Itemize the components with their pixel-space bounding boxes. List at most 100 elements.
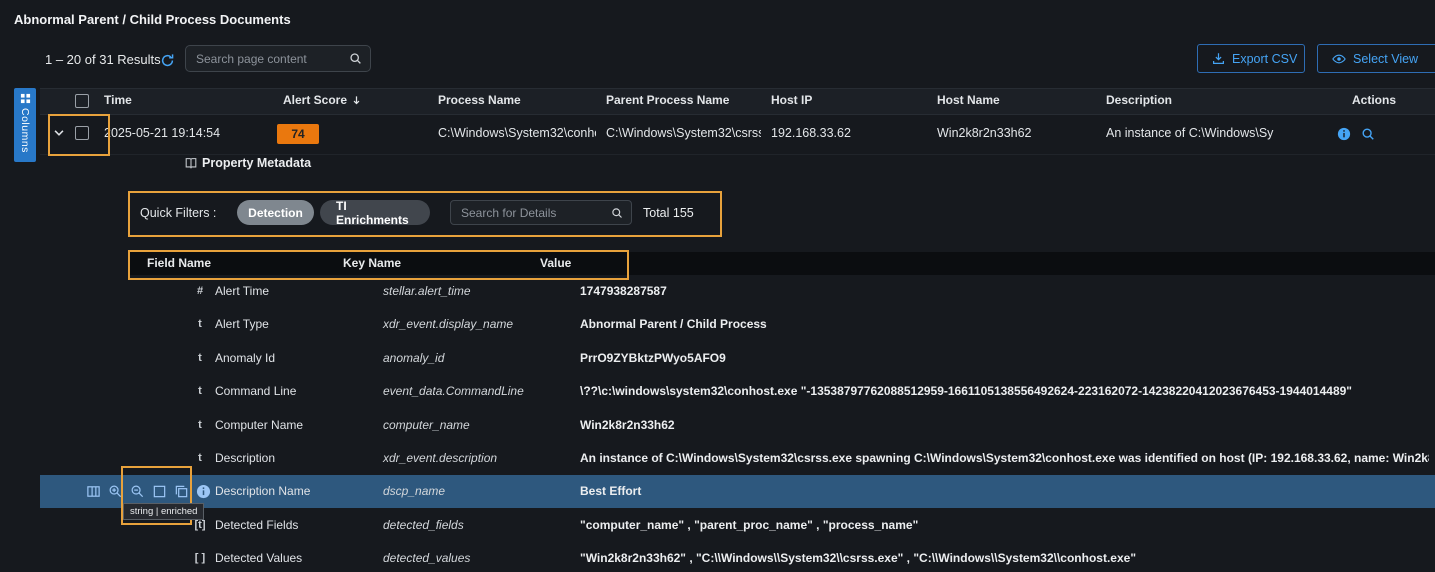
field-value: "Win2k8r2n33h62" , "C:\\Windows\\System3… <box>580 542 1429 572</box>
key-name: event_data.CommandLine <box>383 375 524 408</box>
field-name: Command Line <box>215 375 296 408</box>
quick-filters-label: Quick Filters : <box>140 206 216 220</box>
field-type-array-icon: [ ] <box>190 542 210 572</box>
filter-out-icon[interactable] <box>130 484 145 499</box>
meta-row-command-line[interactable]: t Command Line event_data.CommandLine \?… <box>40 375 1435 408</box>
results-count: 1 – 20 of 31 Results <box>45 52 161 67</box>
meta-row-alert-type[interactable]: t Alert Type xdr_event.display_name Abno… <box>40 308 1435 341</box>
field-value: 1747938287587 <box>580 275 1429 308</box>
investigate-search-icon[interactable] <box>1361 127 1375 141</box>
app-root: Abnormal Parent / Child Process Document… <box>0 0 1435 572</box>
expand-chevron-icon[interactable] <box>52 126 66 140</box>
key-name: xdr_event.display_name <box>383 308 513 341</box>
cell-host-ip: 192.168.33.62 <box>771 113 851 154</box>
table-row[interactable]: 2025-05-21 19:14:54 74 C:\Windows\System… <box>40 113 1435 155</box>
columns-tab-label: Columns <box>19 108 31 153</box>
column-header-actions: Actions <box>1352 89 1396 112</box>
meta-row-detected-fields[interactable]: [t] Detected Fields detected_fields "com… <box>40 509 1435 542</box>
meta-column-key-name: Key Name <box>343 252 401 275</box>
field-name: Detected Fields <box>215 509 298 542</box>
refresh-icon[interactable] <box>160 53 175 68</box>
field-value: PrrO9ZYBktzPWyo5AFO9 <box>580 342 1429 375</box>
field-type-string-icon: t <box>190 342 210 375</box>
select-view-button[interactable]: Select View <box>1317 44 1435 73</box>
search-icon <box>349 52 362 65</box>
select-all-checkbox[interactable] <box>75 94 89 108</box>
field-value: An instance of C:\Windows\System32\csrss… <box>580 442 1429 475</box>
select-view-label: Select View <box>1353 52 1418 66</box>
field-value: \??\c:\windows\system32\conhost.exe "-13… <box>580 375 1429 408</box>
details-search-input[interactable] <box>459 205 611 221</box>
cell-host-name: Win2k8r2n33h62 <box>937 113 1032 154</box>
add-column-icon[interactable] <box>86 484 101 499</box>
key-name: stellar.alert_time <box>383 275 471 308</box>
column-header-host-name[interactable]: Host Name <box>937 89 1000 112</box>
alert-score-badge: 74 <box>277 124 319 144</box>
field-type-string-icon: t <box>190 375 210 408</box>
columns-panel-tab[interactable]: Columns <box>14 88 36 162</box>
field-type-string-icon: t <box>190 409 210 442</box>
field-value: Best Effort <box>580 475 1429 508</box>
book-icon <box>184 156 198 170</box>
column-header-parent-process-name[interactable]: Parent Process Name <box>606 89 729 112</box>
details-search[interactable] <box>450 200 632 225</box>
field-type-number-icon: # <box>190 275 210 308</box>
field-type-tooltip: string | enriched <box>123 503 204 520</box>
cell-parent-process-name: C:\Windows\System32\csrss.e <box>606 113 761 154</box>
row-actions <box>1337 113 1375 154</box>
column-header-host-ip[interactable]: Host IP <box>771 89 812 112</box>
column-header-time[interactable]: Time <box>104 89 132 112</box>
field-value: "computer_name" , "parent_proc_name" , "… <box>580 509 1429 542</box>
field-value: Abnormal Parent / Child Process <box>580 308 1429 341</box>
row-checkbox[interactable] <box>75 126 89 140</box>
field-name: Computer Name <box>215 409 303 442</box>
page-search-input[interactable] <box>194 51 349 67</box>
field-type-string-icon: t <box>190 442 210 475</box>
filter-in-icon[interactable] <box>108 484 123 499</box>
key-name: anomaly_id <box>383 342 444 375</box>
export-csv-button[interactable]: Export CSV <box>1197 44 1305 73</box>
key-name: dscp_name <box>383 475 445 508</box>
copy-icon[interactable] <box>174 484 189 499</box>
key-name: xdr_event.description <box>383 442 497 475</box>
column-header-alert-score[interactable]: Alert Score <box>283 89 362 112</box>
field-name: Alert Time <box>215 275 269 308</box>
select-value-icon[interactable] <box>152 484 167 499</box>
download-icon <box>1212 52 1225 65</box>
grid-icon <box>20 93 31 104</box>
column-header-process-name[interactable]: Process Name <box>438 89 521 112</box>
page-search[interactable] <box>185 45 371 72</box>
key-name: detected_fields <box>383 509 464 542</box>
field-name: Detected Values <box>215 542 302 572</box>
field-name: Description <box>215 442 275 475</box>
page-title: Abnormal Parent / Child Process Document… <box>14 12 291 27</box>
field-name: Anomaly Id <box>215 342 275 375</box>
cell-description: An instance of C:\Windows\Sy <box>1106 113 1338 154</box>
meta-row-alert-time[interactable]: # Alert Time stellar.alert_time 17479382… <box>40 275 1435 308</box>
table-header-row: Time Alert Score Process Name Parent Pro… <box>40 88 1435 115</box>
filter-pill-ti-enrichments[interactable]: TI Enrichments <box>320 200 430 225</box>
cell-process-name: C:\Windows\System32\conho <box>438 113 596 154</box>
info-icon[interactable] <box>1337 127 1351 141</box>
search-icon <box>611 207 623 219</box>
field-info-icon[interactable] <box>196 484 211 499</box>
field-name: Description Name <box>215 475 310 508</box>
cell-time: 2025-05-21 19:14:54 <box>104 113 220 154</box>
meta-row-computer-name[interactable]: t Computer Name computer_name Win2k8r2n3… <box>40 409 1435 442</box>
meta-row-description-name[interactable]: Description Name dscp_name Best Effort <box>40 475 1435 508</box>
meta-row-anomaly-id[interactable]: t Anomaly Id anomaly_id PrrO9ZYBktzPWyo5… <box>40 342 1435 375</box>
total-count: Total 155 <box>643 206 694 220</box>
meta-column-value: Value <box>540 252 571 275</box>
sort-desc-icon <box>351 95 362 106</box>
meta-row-description[interactable]: t Description xdr_event.description An i… <box>40 442 1435 475</box>
eye-icon <box>1332 52 1346 66</box>
meta-row-detected-values[interactable]: [ ] Detected Values detected_values "Win… <box>40 542 1435 572</box>
key-name: computer_name <box>383 409 470 442</box>
filter-pill-detection[interactable]: Detection <box>237 200 314 225</box>
property-metadata-title: Property Metadata <box>202 156 311 170</box>
column-header-description[interactable]: Description <box>1106 89 1172 112</box>
metadata-header-row: Field Name Key Name Value <box>128 252 1435 275</box>
meta-column-field-name: Field Name <box>147 252 211 275</box>
field-name: Alert Type <box>215 308 269 341</box>
key-name: detected_values <box>383 542 470 572</box>
